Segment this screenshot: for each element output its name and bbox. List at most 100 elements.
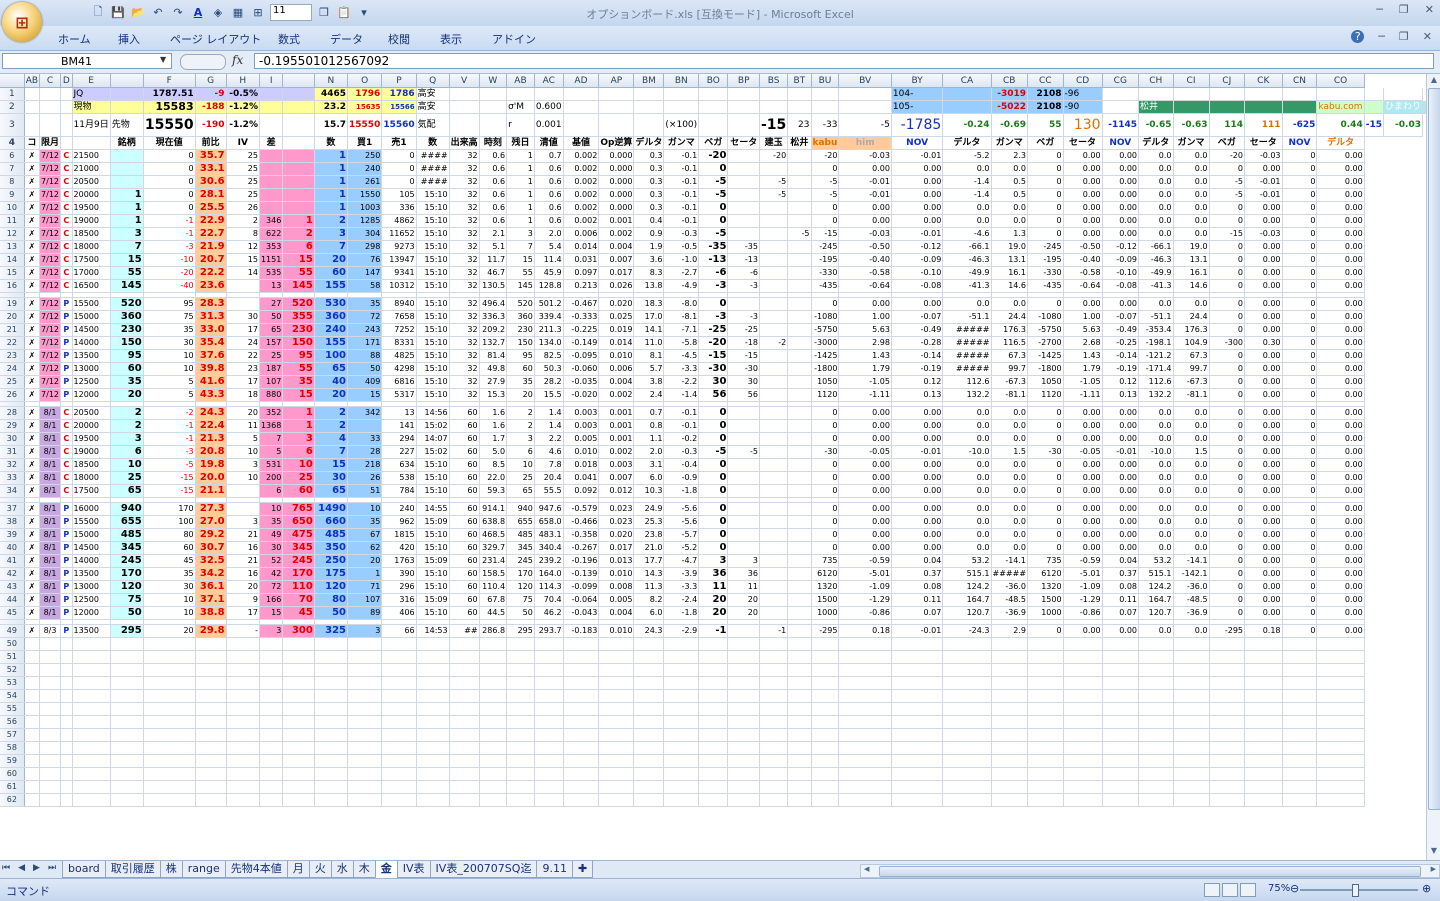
- cell[interactable]: -30: [727, 362, 760, 376]
- cell[interactable]: [506, 663, 535, 677]
- cell[interactable]: [479, 728, 508, 742]
- cell[interactable]: 7658: [381, 310, 417, 324]
- cell[interactable]: 0.00: [1063, 471, 1103, 485]
- cell[interactable]: 60: [449, 515, 480, 529]
- cell[interactable]: 1763: [381, 554, 417, 568]
- cell[interactable]: 0.00: [1063, 624, 1103, 638]
- cell[interactable]: -0.1: [663, 406, 700, 420]
- cell[interactable]: 0: [1209, 162, 1246, 176]
- cell[interactable]: 0.00: [1063, 502, 1103, 516]
- cell[interactable]: [72, 767, 111, 781]
- cell[interactable]: [1027, 637, 1064, 651]
- cell[interactable]: [787, 689, 812, 703]
- cell[interactable]: [563, 754, 600, 768]
- cell[interactable]: 20: [727, 593, 760, 607]
- cell[interactable]: -5: [143, 458, 196, 472]
- cell[interactable]: [1244, 741, 1283, 755]
- cell[interactable]: -190: [195, 113, 227, 137]
- cell[interactable]: -295: [1209, 624, 1246, 638]
- cell[interactable]: 1: [506, 188, 535, 202]
- cell[interactable]: 0.0: [942, 419, 992, 433]
- cell[interactable]: -3: [143, 240, 196, 254]
- cell[interactable]: 0.0: [1173, 515, 1210, 529]
- row-marker-icon[interactable]: ✗: [24, 419, 41, 433]
- cell[interactable]: 0.00: [1316, 297, 1365, 311]
- cell[interactable]: 10: [143, 593, 196, 607]
- cell[interactable]: [314, 650, 349, 664]
- cell[interactable]: -0.225: [563, 323, 600, 337]
- cell[interactable]: 112.6: [1138, 375, 1174, 389]
- cell[interactable]: 1050: [811, 375, 840, 389]
- cell[interactable]: [534, 741, 564, 755]
- row-header[interactable]: 10: [0, 201, 25, 215]
- cell[interactable]: 1: [347, 567, 383, 581]
- cell[interactable]: 170: [143, 502, 196, 516]
- cell[interactable]: 0: [1209, 323, 1246, 337]
- cell[interactable]: 0.00: [1316, 593, 1365, 607]
- cell[interactable]: -2.7: [663, 266, 700, 280]
- cell[interactable]: [282, 728, 315, 742]
- cell[interactable]: [347, 793, 383, 807]
- cell[interactable]: 23.8: [633, 528, 665, 542]
- cell[interactable]: C: [60, 432, 73, 446]
- row-marker-icon[interactable]: ✗: [24, 227, 41, 241]
- cell[interactable]: 32: [449, 188, 480, 202]
- cell[interactable]: [449, 113, 480, 137]
- cell[interactable]: 345: [110, 541, 144, 555]
- cell[interactable]: 1.7: [479, 432, 508, 446]
- cell[interactable]: 60: [314, 266, 349, 280]
- cell[interactable]: [787, 484, 812, 498]
- cell[interactable]: [416, 715, 450, 729]
- cell[interactable]: [759, 214, 789, 228]
- cell[interactable]: 157: [259, 336, 284, 350]
- row-marker-icon[interactable]: ✗: [24, 279, 41, 293]
- cell[interactable]: 35: [506, 375, 535, 389]
- cell[interactable]: [1316, 689, 1365, 703]
- cell[interactable]: [787, 515, 812, 529]
- cell[interactable]: -0.3: [663, 227, 700, 241]
- cell[interactable]: 12000: [72, 606, 111, 620]
- cell[interactable]: [787, 741, 812, 755]
- cell[interactable]: [1027, 702, 1064, 716]
- cell[interactable]: 15: [282, 253, 315, 267]
- cell[interactable]: 0: [1282, 375, 1318, 389]
- cell[interactable]: [1244, 702, 1283, 716]
- cell[interactable]: 1.1: [633, 432, 665, 446]
- cell[interactable]: 50.3: [534, 362, 564, 376]
- cell[interactable]: -0.267: [563, 541, 600, 555]
- cell[interactable]: 1.79: [1063, 362, 1103, 376]
- cell[interactable]: [1063, 741, 1103, 755]
- cell[interactable]: [110, 87, 144, 101]
- cell[interactable]: 3: [506, 432, 535, 446]
- cell[interactable]: 24.3: [195, 406, 227, 420]
- cell[interactable]: 80: [314, 593, 349, 607]
- cell[interactable]: -1800: [1027, 362, 1064, 376]
- cell[interactable]: [1138, 637, 1174, 651]
- cell[interactable]: -18: [727, 336, 760, 350]
- cell[interactable]: 243: [347, 323, 383, 337]
- undo-icon[interactable]: ↶: [150, 5, 166, 21]
- cell[interactable]: 15:10: [416, 471, 450, 485]
- cell[interactable]: 0.0: [1173, 201, 1210, 215]
- cell[interactable]: [727, 227, 760, 241]
- cell[interactable]: 0: [698, 458, 729, 472]
- cell[interactable]: [787, 362, 812, 376]
- cell[interactable]: 0: [811, 541, 840, 555]
- cell[interactable]: -0.65: [1138, 113, 1174, 137]
- cell[interactable]: 0.00: [891, 214, 944, 228]
- cell[interactable]: 0.0: [942, 201, 992, 215]
- close-button[interactable]: ✕: [1425, 3, 1434, 16]
- cell[interactable]: [633, 767, 665, 781]
- cell[interactable]: 0: [1209, 279, 1246, 293]
- cell[interactable]: [991, 676, 1029, 690]
- cell[interactable]: 36: [727, 567, 760, 581]
- cell[interactable]: 0.010: [598, 349, 635, 363]
- row-header[interactable]: 29: [0, 419, 25, 433]
- cell[interactable]: 11.7: [479, 253, 508, 267]
- cell[interactable]: [1063, 767, 1103, 781]
- cell[interactable]: -25: [698, 323, 729, 337]
- cell[interactable]: 0.00: [1244, 484, 1283, 498]
- cell[interactable]: [110, 780, 144, 794]
- cell[interactable]: 12500: [72, 593, 111, 607]
- cell[interactable]: 0.014: [563, 240, 600, 254]
